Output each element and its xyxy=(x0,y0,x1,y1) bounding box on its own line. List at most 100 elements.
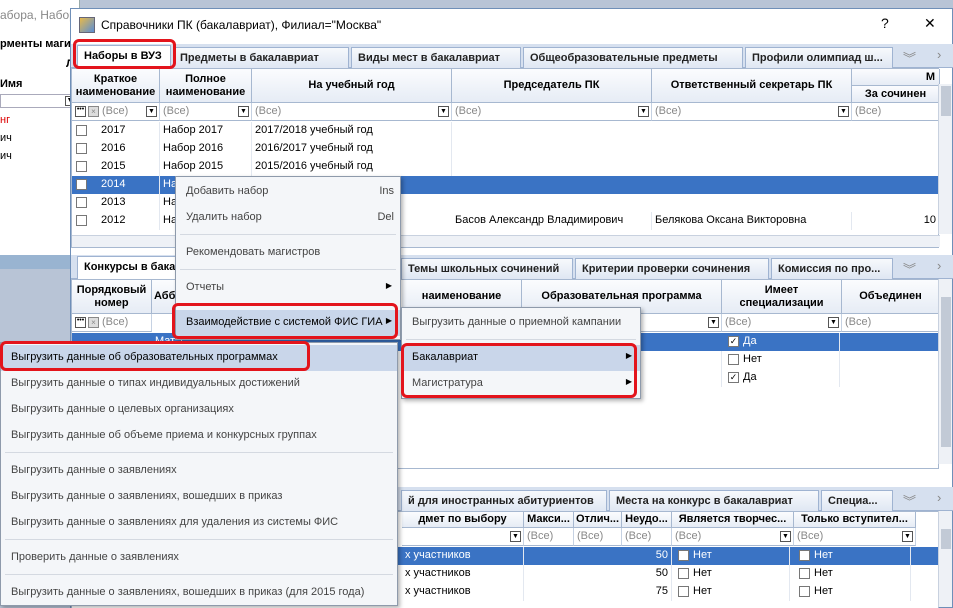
scrollbar-thumb[interactable] xyxy=(941,529,951,549)
tab-essay-criteria[interactable]: Критерии проверки сочинения xyxy=(575,258,769,279)
column-header-excellent[interactable]: Отлич... xyxy=(574,512,622,528)
help-button[interactable]: ? xyxy=(881,15,889,31)
menu-item-delete-set[interactable]: Удалить набор Del xyxy=(176,205,400,231)
menu-item-export-campaign[interactable]: Выгрузить данные о приемной кампании xyxy=(402,310,640,336)
column-header-short[interactable]: Краткое наименование xyxy=(72,69,160,103)
menu-item-export-applications[interactable]: Выгрузить данные о заявлениях xyxy=(1,458,397,484)
menu-item-bachelor[interactable]: Бакалавриат ▶ xyxy=(402,345,640,371)
table-row[interactable]: 2016 Набор 2016 2016/2017 учебный год xyxy=(72,140,940,158)
filter-max[interactable]: (Все) xyxy=(524,528,574,546)
tab-essay-topics[interactable]: Темы школьных сочинений xyxy=(401,258,573,279)
clear-filter-icon[interactable]: × xyxy=(88,106,99,117)
vertical-scrollbar[interactable] xyxy=(938,511,952,607)
menu-item-export-applications-delete[interactable]: Выгрузить данные о заявлениях для удален… xyxy=(1,510,397,536)
filter-year[interactable]: (Все) ▼ xyxy=(252,103,452,121)
tab-place-types[interactable]: Виды мест в бакалавриат xyxy=(351,47,521,68)
column-header-secretary[interactable]: Ответственный секретарь ПК xyxy=(652,69,852,103)
row-checkbox[interactable] xyxy=(76,215,87,226)
tab-subjects[interactable]: Предметы в бакалавриат xyxy=(173,47,349,68)
tab-competition-places[interactable]: Места на конкурс в бакалавриат xyxy=(609,490,819,511)
dropdown-icon[interactable]: ▼ xyxy=(146,106,157,117)
menu-item-export-achievements[interactable]: Выгрузить данные о типах индивидуальных … xyxy=(1,371,397,397)
vertical-scrollbar[interactable] xyxy=(938,279,952,464)
checkbox-unchecked-icon[interactable] xyxy=(678,568,689,579)
checkbox-unchecked-icon[interactable] xyxy=(678,586,689,597)
menu-item-export-applications-2015[interactable]: Выгрузить данные о заявлениях, вошедших … xyxy=(1,580,397,606)
chevron-right-icon[interactable]: › xyxy=(937,47,941,62)
column-header-full[interactable]: Полное наименование xyxy=(160,69,252,103)
filter-entrance-only[interactable]: (Все) ▼ xyxy=(794,528,916,546)
tab-general-subjects[interactable]: Общеобразовательные предметы xyxy=(523,47,743,68)
background-row[interactable]: нг xyxy=(0,114,10,126)
chevron-right-icon[interactable]: › xyxy=(937,258,941,273)
column-header-unsat[interactable]: Неудо... xyxy=(622,512,672,528)
column-header-specialization[interactable]: Имеет специализации xyxy=(722,280,842,314)
checkbox-unchecked-icon[interactable] xyxy=(799,550,810,561)
menu-item-check-applications[interactable]: Проверить данные о заявлениях xyxy=(1,545,397,571)
filter-subject[interactable]: ▼ xyxy=(402,528,524,546)
menu-item-add-set[interactable]: Добавить набор Ins xyxy=(176,179,400,205)
menu-item-export-admission-volume[interactable]: Выгрузить данные об объеме приема и конк… xyxy=(1,423,397,449)
filter-chair[interactable]: (Все) ▼ xyxy=(452,103,652,121)
tab-competitions[interactable]: Конкурсы в бака xyxy=(77,256,187,280)
filter-secretary[interactable]: (Все) ▼ xyxy=(652,103,852,121)
column-header-merged[interactable]: Объединен xyxy=(842,280,940,314)
chevron-down-icon[interactable]: ︾ xyxy=(903,259,916,278)
chevron-down-icon[interactable]: ︾ xyxy=(903,491,916,510)
scrollbar-thumb[interactable] xyxy=(941,297,951,447)
menu-item-fis-interaction[interactable]: Взаимодействие с системой ФИС ГИА ▶ xyxy=(176,310,400,336)
scrollbar-thumb[interactable] xyxy=(941,86,951,116)
filter-options-icon[interactable]: ••• xyxy=(75,317,86,328)
close-button[interactable]: ✕ xyxy=(924,15,936,32)
row-checkbox[interactable] xyxy=(76,179,87,190)
filter-full[interactable]: (Все) ▼ xyxy=(160,103,252,121)
checkbox-checked-icon[interactable]: ✓ xyxy=(728,372,739,383)
background-name-column[interactable]: Имя xyxy=(0,78,22,90)
row-checkbox[interactable] xyxy=(76,197,87,208)
background-filter[interactable]: ▼ xyxy=(0,94,78,108)
column-header-chair[interactable]: Председатель ПК xyxy=(452,69,652,103)
menu-item-reports[interactable]: Отчеты ▶ xyxy=(176,275,400,301)
column-header-essay[interactable]: За сочинен xyxy=(852,86,940,103)
column-header-year[interactable]: На учебный год xyxy=(252,69,452,103)
menu-item-export-programs[interactable]: Выгрузить данные об образовательных прог… xyxy=(1,345,397,371)
table-row[interactable]: 2017 Набор 2017 2017/2018 учебный год xyxy=(72,122,940,140)
column-header-max[interactable]: Макси... xyxy=(524,512,574,528)
row-checkbox[interactable] xyxy=(76,143,87,154)
table-row[interactable]: 2015 Набор 2015 2015/2016 учебный год xyxy=(72,158,940,176)
filter-specialization[interactable]: (Все) ▼ xyxy=(722,314,842,332)
column-header-creative[interactable]: Является творчес... xyxy=(672,512,794,528)
tab-sets[interactable]: Наборы в ВУЗ xyxy=(77,45,171,69)
row-checkbox[interactable] xyxy=(76,125,87,136)
dropdown-icon[interactable]: ▼ xyxy=(902,531,913,542)
filter-essay[interactable]: (Все) xyxy=(852,103,940,121)
row-checkbox[interactable] xyxy=(76,161,87,172)
tab-olympiad-profiles[interactable]: Профили олимпиад ш... xyxy=(745,47,893,68)
filter-creative[interactable]: (Все) ▼ xyxy=(672,528,794,546)
menu-item-export-applications-order[interactable]: Выгрузить данные о заявлениях, вошедших … xyxy=(1,484,397,510)
vertical-scrollbar[interactable] xyxy=(938,84,952,234)
column-header-entrance-only[interactable]: Только вступител... xyxy=(794,512,916,528)
checkbox-unchecked-icon[interactable] xyxy=(678,550,689,561)
checkbox-unchecked-icon[interactable] xyxy=(799,568,810,579)
column-header-order[interactable]: Порядковый номер xyxy=(72,280,152,314)
filter-unsat[interactable]: (Все) xyxy=(622,528,672,546)
tab-specialties[interactable]: Специа... xyxy=(821,490,893,511)
filter-excellent[interactable]: (Все) xyxy=(574,528,622,546)
column-header-subject[interactable]: дмет по выбору xyxy=(402,512,524,528)
chevron-down-icon[interactable]: ︾ xyxy=(903,48,916,67)
filter-merged[interactable]: (Все) xyxy=(842,314,940,332)
menu-item-recommend-masters[interactable]: Рекомендовать магистров xyxy=(176,240,400,266)
dropdown-icon[interactable]: ▼ xyxy=(638,106,649,117)
chevron-right-icon[interactable]: › xyxy=(937,490,941,505)
background-row[interactable]: ич xyxy=(0,132,12,144)
clear-filter-icon[interactable]: × xyxy=(88,317,99,328)
dropdown-icon[interactable]: ▼ xyxy=(838,106,849,117)
background-row[interactable]: ич xyxy=(0,150,12,162)
menu-item-export-target-orgs[interactable]: Выгрузить данные о целевых организациях xyxy=(1,397,397,423)
tab-commission[interactable]: Комиссия по про... xyxy=(771,258,893,279)
dropdown-icon[interactable]: ▼ xyxy=(438,106,449,117)
menu-item-master[interactable]: Магистратура ▶ xyxy=(402,371,640,397)
dropdown-icon[interactable]: ▼ xyxy=(780,531,791,542)
dropdown-icon[interactable]: ▼ xyxy=(828,317,839,328)
